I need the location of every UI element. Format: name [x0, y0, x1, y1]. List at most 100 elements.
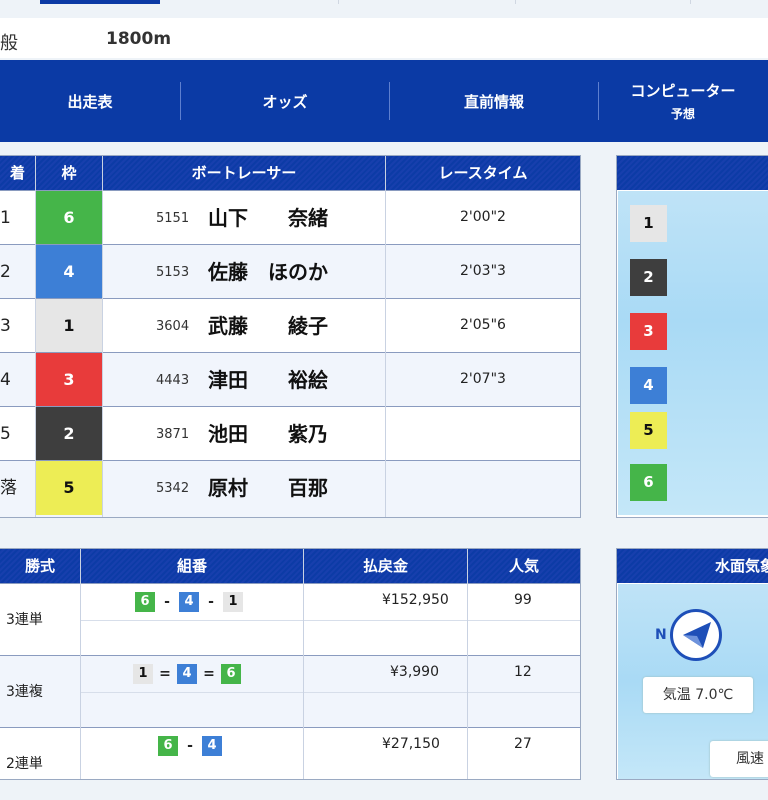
race-time: 2'03"3 [460, 263, 506, 279]
combo-chip: 4 [177, 664, 197, 684]
combo-separator: - [208, 594, 214, 610]
race-time: 2'05"6 [460, 317, 506, 333]
header-combination: 組番 [81, 549, 304, 583]
race-info-row: 般 1800m [0, 18, 768, 58]
popularity-rank: 99 [514, 592, 532, 608]
finish-rank: 5 [0, 424, 11, 444]
tab-entry-list[interactable]: 出走表 [0, 60, 180, 142]
finish-rank: 2 [0, 262, 11, 282]
temp-label: 気温 [662, 687, 691, 703]
water-weather-panel: 水面気象 N 気温 7.0℃ 風速 [616, 548, 768, 780]
boat-marker: 6 [630, 464, 667, 501]
result-row: 落 5 5342 原村 百那 [0, 460, 580, 517]
payout-amount: ¥27,150 [382, 736, 440, 752]
payout-table-header: 勝式 組番 払戻金 人気 [0, 549, 580, 583]
column-divider [102, 156, 103, 517]
wind-speed: 風速 [710, 741, 768, 777]
finish-rank: 4 [0, 370, 11, 390]
racer-reg-no: 3871 [156, 427, 190, 442]
header-bet-type: 勝式 [0, 549, 81, 583]
finish-rank: 落 [0, 478, 17, 498]
combo-separator: - [164, 594, 170, 610]
payout-amount: ¥152,950 [382, 592, 449, 608]
racer-name[interactable]: 津田 裕絵 [208, 353, 328, 407]
boat-marker: 1 [630, 205, 667, 242]
boat-marker: 5 [630, 412, 667, 449]
tab-pre-race-info[interactable]: 直前情報 [390, 60, 598, 142]
race-result-table: 着 枠 ボートレーサー レースタイム 1 6 5151 山下 奈緒 2'00"2… [0, 155, 581, 518]
column-divider [467, 549, 468, 779]
tab-computer-prediction[interactable]: コンピューター 予想 [599, 60, 767, 142]
payout-group-trio: 3連複 1 = 4 = 6 ¥3,990 12 [0, 655, 580, 728]
temp-value: 7.0℃ [695, 687, 734, 703]
bet-type: 3連単 [6, 612, 43, 628]
payout-group-trifecta: 3連単 6 - 4 - 1 ¥152,950 99 [0, 583, 580, 656]
racer-name[interactable]: 佐藤 ほのか [208, 245, 328, 299]
active-tab-indicator [40, 0, 160, 4]
wind-direction-compass-icon [670, 609, 722, 661]
north-label: N [655, 627, 667, 643]
header-popularity: 人気 [508, 557, 539, 575]
payout-line: 6 - 4 - 1 ¥152,950 99 [80, 584, 580, 620]
racer-name[interactable]: 原村 百那 [208, 461, 328, 515]
combo-separator: - [187, 738, 193, 754]
race-distance: 1800m [106, 29, 172, 49]
header-race-time: レースタイム [438, 164, 528, 182]
frame-badge: 2 [36, 407, 102, 461]
racer-name[interactable]: 山下 奈緒 [208, 191, 328, 245]
wind-label: 風速 [736, 751, 764, 767]
payout-line: 6 - 4 ¥27,150 27 [80, 728, 580, 764]
top-tab-strip [0, 0, 768, 4]
combo-chip: 1 [133, 664, 153, 684]
frame-badge: 3 [36, 353, 102, 407]
header-payout: 払戻金 [304, 549, 468, 583]
course-start-panel: 1 2 3 4 5 6 [616, 155, 768, 518]
combo-chip: 6 [221, 664, 241, 684]
popularity-rank: 27 [514, 736, 532, 752]
header-racer: ボートレーサー [103, 156, 386, 190]
payout-line-empty [80, 692, 580, 729]
race-time: 2'07"3 [460, 371, 506, 387]
header-frame: 枠 [36, 156, 103, 190]
combination: 6 - 4 [158, 736, 222, 756]
payout-group-exacta: 2連単 6 - 4 ¥27,150 27 [0, 727, 580, 800]
frame-badge: 4 [36, 245, 102, 299]
tab-label: 出走表 [67, 92, 113, 111]
frame-badge: 6 [36, 191, 102, 245]
combination: 6 - 4 - 1 [135, 592, 243, 612]
payout-line: 1 = 4 = 6 ¥3,990 12 [80, 656, 580, 692]
payout-line-empty [80, 620, 580, 657]
combo-chip: 1 [223, 592, 243, 612]
result-row: 4 3 4443 津田 裕絵 2'07"3 [0, 352, 580, 407]
bet-type: 3連複 [6, 684, 43, 700]
boat-marker: 4 [630, 367, 667, 404]
boat-marker: 2 [630, 259, 667, 296]
racer-reg-no: 5153 [156, 265, 190, 280]
race-class-label: 般 [0, 33, 18, 54]
combo-chip: 6 [135, 592, 155, 612]
column-divider [385, 156, 386, 517]
bet-type: 2連単 [6, 756, 43, 772]
combo-chip: 4 [179, 592, 199, 612]
result-table-header: 着 枠 ボートレーサー レースタイム [0, 156, 580, 190]
header-rank: 着 [0, 156, 36, 190]
column-divider [303, 549, 304, 779]
combo-chip: 6 [158, 736, 178, 756]
tab-label: 直前情報 [463, 92, 524, 111]
course-panel-header [617, 156, 768, 190]
result-row: 5 2 3871 池田 紫乃 [0, 406, 580, 461]
payout-table: 勝式 組番 払戻金 人気 3連単 6 - 4 - 1 ¥152,950 99 3… [0, 548, 581, 780]
combo-separator: = [159, 666, 171, 682]
frame-badge: 1 [36, 299, 102, 353]
tab-odds[interactable]: オッズ [181, 60, 389, 142]
combo-separator: = [203, 666, 215, 682]
tab-divider [338, 0, 339, 4]
payout-amount: ¥3,990 [390, 664, 439, 680]
popularity-rank: 12 [514, 664, 532, 680]
racer-reg-no: 5342 [156, 481, 190, 496]
frame-badge: 5 [36, 461, 102, 515]
tab-label: コンピューター [630, 82, 736, 100]
racer-reg-no: 3604 [156, 319, 190, 334]
racer-name[interactable]: 武藤 綾子 [208, 299, 328, 353]
racer-name[interactable]: 池田 紫乃 [208, 407, 328, 461]
